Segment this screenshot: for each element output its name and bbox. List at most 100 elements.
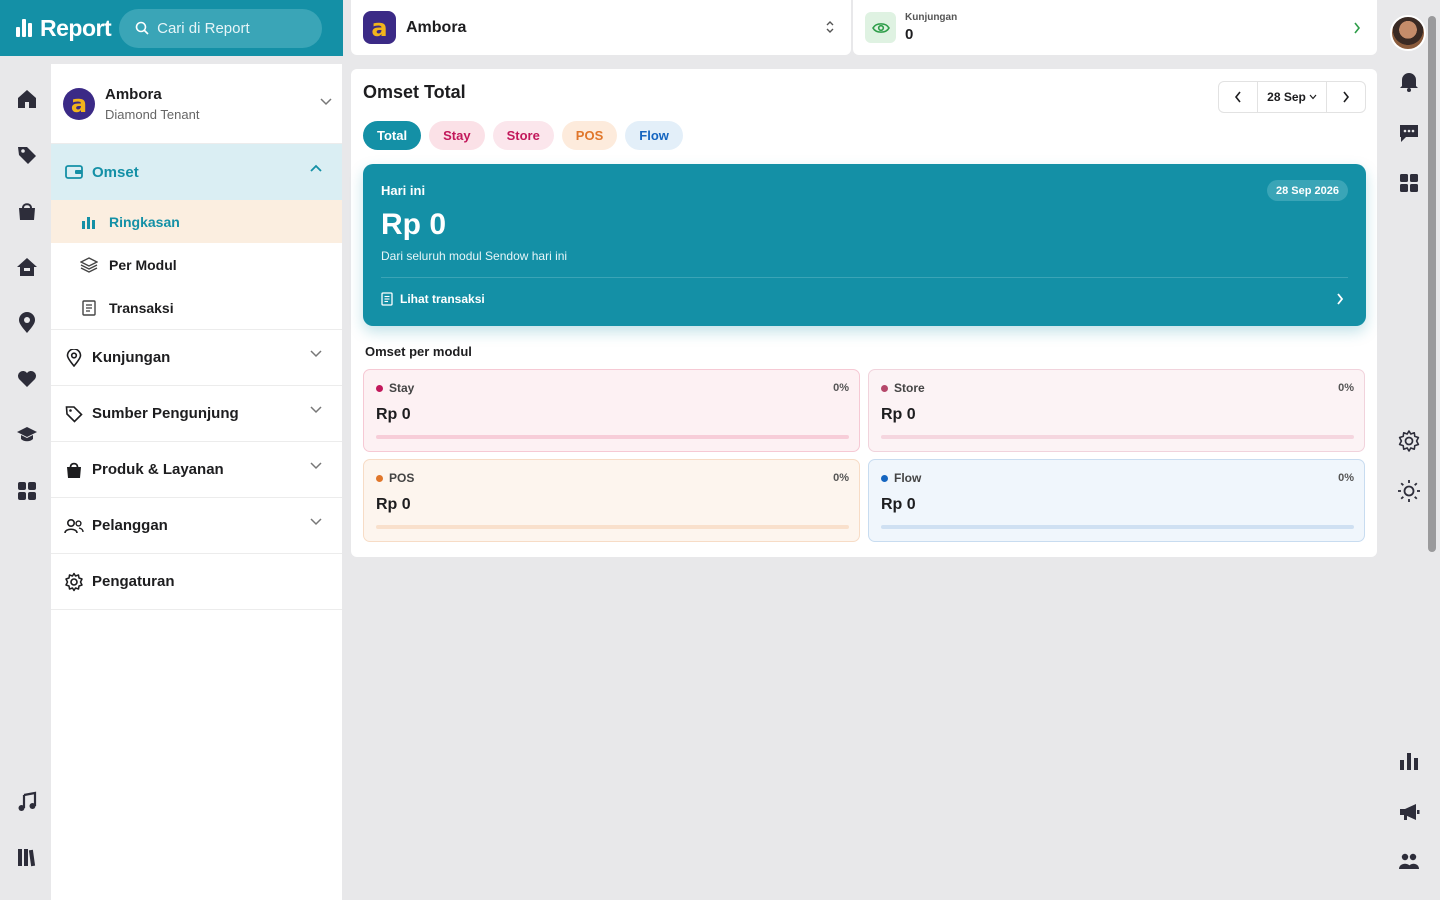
prev-date-button[interactable] [1219, 82, 1257, 112]
module-card-stay[interactable]: Stay 0% Rp 0 [363, 369, 860, 452]
date-picker-button[interactable]: 28 Sep [1257, 82, 1327, 112]
date-navigator: 28 Sep [1218, 81, 1366, 113]
left-icon-rail [0, 56, 51, 900]
tab-pos[interactable]: POS [561, 121, 618, 150]
megaphone-icon[interactable] [1397, 800, 1421, 824]
side-menu: a Ambora Diamond Tenant Omset Ringkasan … [51, 64, 342, 900]
page-title: Omset Total [363, 82, 466, 102]
tab-total[interactable]: Total [363, 121, 422, 150]
submenu-ringkasan[interactable]: Ringkasan [51, 200, 342, 243]
module-value: Rp 0 [881, 406, 916, 423]
chevron-right-icon[interactable] [1336, 293, 1344, 305]
module-progress-bar [881, 435, 1354, 439]
house-icon[interactable] [16, 256, 38, 278]
visits-summary[interactable]: Kunjungan 0 [853, 0, 1377, 55]
report-logo-icon [16, 19, 32, 37]
shopping-bag-icon[interactable] [16, 200, 38, 222]
module-name-label: Stay [389, 381, 415, 395]
heart-icon[interactable] [16, 368, 38, 390]
gear-icon [63, 572, 85, 592]
chevron-right-icon [1343, 91, 1350, 103]
chevron-right-icon [1354, 22, 1361, 34]
grid-icon[interactable] [16, 480, 38, 502]
tenant-switcher[interactable]: a Ambora Diamond Tenant [51, 64, 342, 144]
graduation-cap-icon[interactable] [16, 424, 38, 446]
module-card-flow[interactable]: Flow 0% Rp 0 [868, 459, 1365, 542]
search-input[interactable]: Cari di Report [119, 8, 323, 48]
tenant-tier: Diamond Tenant [105, 106, 200, 122]
bar-chart-icon[interactable] [1397, 749, 1421, 773]
next-date-button[interactable] [1327, 82, 1365, 112]
modules-section-title: Omset per modul [365, 344, 472, 359]
receipt-icon [79, 299, 99, 316]
omset-submenu: Ringkasan Per Modul Transaksi [51, 200, 342, 330]
tag-icon[interactable] [16, 144, 38, 166]
date-picker-label: 28 Sep [1267, 90, 1306, 104]
status-dot [376, 384, 383, 392]
menu-omset-label: Omset [92, 163, 139, 181]
menu-sumber-pengunjung[interactable]: Sumber Pengunjung [51, 386, 342, 442]
wallet-icon [63, 164, 85, 180]
omset-panel: Omset Total 28 Sep Total Stay Store POS … [351, 69, 1377, 557]
chat-icon[interactable] [1397, 121, 1421, 145]
module-percent: 0% [1338, 472, 1354, 484]
menu-produk-layanan[interactable]: Produk & Layanan [51, 442, 342, 498]
menu-produk-layanan-label: Produk & Layanan [92, 461, 224, 478]
status-dot [376, 474, 383, 482]
chevron-down-icon [1309, 94, 1317, 100]
view-transactions-link[interactable]: Lihat transaksi [381, 292, 485, 306]
library-icon[interactable] [16, 846, 38, 868]
tab-store[interactable]: Store [492, 121, 554, 150]
menu-kunjungan[interactable]: Kunjungan [51, 330, 342, 386]
module-percent: 0% [1338, 382, 1354, 394]
today-label: Hari ini [381, 183, 426, 198]
menu-pengaturan[interactable]: Pengaturan [51, 554, 342, 610]
tenant-selector-name: Ambora [406, 18, 467, 36]
menu-pelanggan[interactable]: Pelanggan [51, 498, 342, 554]
module-progress-bar [376, 525, 849, 529]
sun-icon[interactable] [1397, 479, 1421, 503]
today-amount: Rp 0 [381, 208, 447, 241]
module-card-store[interactable]: Store 0% Rp 0 [868, 369, 1365, 452]
module-name-label: Flow [894, 471, 922, 485]
tab-flow[interactable]: Flow [625, 121, 683, 150]
brand-bar: Report Cari di Report [0, 0, 343, 56]
module-card-pos[interactable]: POS 0% Rp 0 [363, 459, 860, 542]
home-icon[interactable] [16, 88, 38, 110]
search-icon [135, 21, 149, 35]
app-title: Report [40, 14, 112, 41]
chevron-updown-icon [826, 21, 834, 33]
tenant-selector[interactable]: a Ambora [351, 0, 851, 55]
submenu-transaksi[interactable]: Transaksi [51, 286, 342, 329]
module-name-label: Store [894, 381, 925, 395]
settings-gear-icon[interactable] [1397, 429, 1421, 453]
chevron-left-icon [1234, 91, 1241, 103]
location-pin-icon [63, 348, 85, 367]
status-dot [881, 384, 888, 392]
module-percent: 0% [833, 472, 849, 484]
users-icon [63, 518, 85, 534]
submenu-transaksi-label: Transaksi [109, 299, 174, 316]
scrollbar[interactable] [1428, 16, 1436, 552]
music-note-icon[interactable] [16, 791, 38, 813]
user-avatar[interactable] [1390, 15, 1426, 51]
apps-grid-icon[interactable] [1397, 171, 1421, 195]
menu-pelanggan-label: Pelanggan [92, 517, 168, 534]
bell-icon[interactable] [1397, 69, 1421, 93]
module-tabs: Total Stay Store POS Flow [363, 121, 683, 150]
map-pin-icon[interactable] [16, 312, 38, 334]
module-value: Rp 0 [881, 496, 916, 513]
visits-value: 0 [905, 26, 914, 43]
eye-icon [865, 12, 896, 43]
submenu-ringkasan-label: Ringkasan [109, 213, 180, 230]
submenu-per-modul[interactable]: Per Modul [51, 243, 342, 286]
module-name: POS [376, 471, 414, 485]
tab-stay[interactable]: Stay [429, 121, 485, 150]
group-icon[interactable] [1397, 849, 1421, 873]
submenu-per-modul-label: Per Modul [109, 256, 177, 273]
menu-omset[interactable]: Omset [51, 144, 342, 200]
module-name: Stay [376, 381, 414, 395]
menu-sumber-pengunjung-label: Sumber Pengunjung [92, 405, 239, 422]
module-name: Flow [881, 471, 921, 485]
module-value: Rp 0 [376, 496, 411, 513]
